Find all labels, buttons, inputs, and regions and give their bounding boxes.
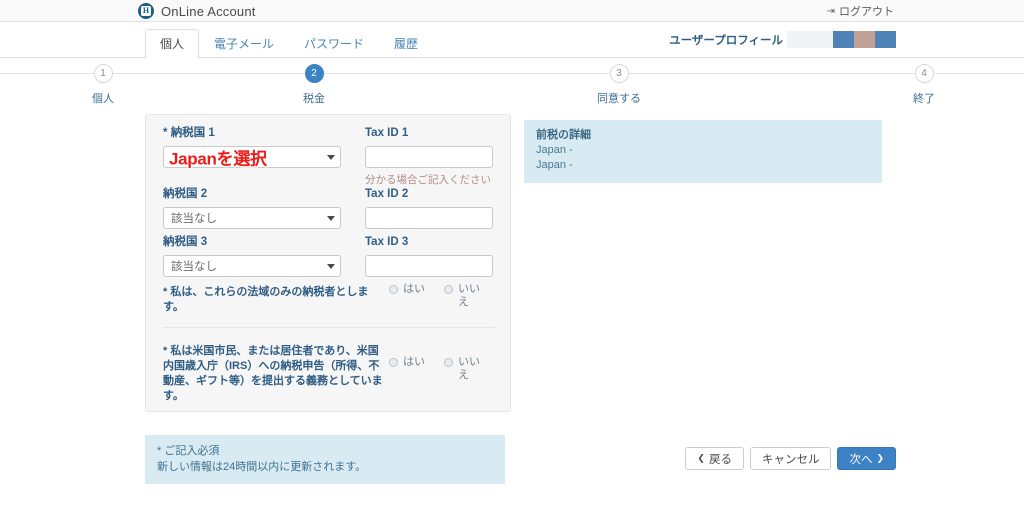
question-2-no-label: いいえ — [458, 356, 480, 381]
radio-icon[interactable] — [444, 358, 453, 367]
app-logo-initial: H — [141, 6, 151, 16]
cancel-button[interactable]: キャンセル — [749, 447, 832, 470]
tax-id-1-input[interactable] — [365, 146, 493, 168]
country-3-label: 納税国 3 — [163, 236, 208, 248]
tab-history[interactable]: 履歴 — [379, 29, 433, 58]
tax-id-1-label: Tax ID 1 — [365, 127, 409, 139]
previous-tax-detail-item: Japan - — [536, 144, 573, 156]
chevron-left-icon: ❮ — [697, 453, 705, 463]
country-1-label-text: 納税国 1 — [170, 127, 215, 139]
question-2-yes[interactable]: はい — [389, 356, 425, 369]
tab-list: 個人 電子メール パスワード 履歴 — [145, 22, 433, 59]
country-3-select-value[interactable]: 該当なし — [163, 255, 341, 277]
logout-arrow-icon: ⇥ — [826, 5, 835, 17]
back-button[interactable]: ❮ 戻る — [685, 447, 744, 470]
step-3-consent[interactable]: 3 同意する — [559, 58, 679, 106]
logout-label: ログアウト — [839, 6, 894, 18]
radio-icon[interactable] — [444, 285, 453, 294]
field-country-1: * 納税国 1 Japanを選択 — [163, 126, 341, 169]
user-profile-label: ユーザープロフィール — [669, 34, 783, 47]
previous-tax-detail-item: Japan - — [536, 159, 573, 171]
country-2-select-value[interactable]: 該当なし — [163, 207, 341, 229]
next-button[interactable]: 次へ ❯ — [837, 447, 896, 470]
country-2-label: 納税国 2 — [163, 188, 208, 200]
tax-id-1-hint: 分かる場合ご記入ください — [365, 174, 491, 186]
previous-tax-details-title: 前税の詳細 — [536, 129, 591, 141]
tab-email[interactable]: 電子メール — [199, 29, 289, 58]
next-button-label: 次へ — [849, 453, 873, 466]
field-tax-id-3: Tax ID 3 — [365, 235, 493, 277]
back-button-label: 戻る — [708, 453, 732, 466]
form-actions: ❮ 戻る キャンセル 次へ ❯ — [685, 447, 896, 470]
tab-personal[interactable]: 個人 — [145, 29, 200, 59]
chevron-right-icon: ❯ — [876, 453, 884, 463]
country-1-label: * 納税国 1 — [163, 126, 341, 140]
field-tax-id-1: Tax ID 1 分かる場合ご記入ください — [365, 126, 493, 187]
required-note-line-2: 新しい情報は24時間以内に更新されます。 — [157, 461, 367, 473]
step-2-number: 2 — [304, 64, 324, 83]
avatar — [833, 31, 896, 48]
step-1-number: 1 — [93, 64, 113, 83]
step-4-label: 終了 — [913, 93, 935, 105]
question-1-yes-label: はい — [403, 283, 425, 295]
tax-id-3-input[interactable] — [365, 255, 493, 277]
country-3-select[interactable]: 該当なし — [163, 255, 341, 277]
tax-id-2-input[interactable] — [365, 207, 493, 229]
question-2-no[interactable]: いいえ — [444, 356, 480, 382]
required-note-box: * ご記入必須 新しい情報は24時間以内に更新されます。 — [145, 435, 505, 484]
step-3-number: 3 — [609, 64, 629, 83]
tax-id-3-label: Tax ID 3 — [365, 236, 409, 248]
question-1-no-label: いいえ — [458, 283, 480, 308]
step-2-tax[interactable]: 2 税金 — [254, 58, 374, 106]
tax-form-panel: * 納税国 1 Japanを選択 Tax ID 1 分かる場合ご記入ください 納… — [145, 114, 511, 412]
question-1-no[interactable]: いいえ — [444, 283, 480, 309]
question-1-yes[interactable]: はい — [389, 283, 425, 296]
tax-id-2-label: Tax ID 2 — [365, 188, 409, 200]
field-country-3: 納税国 3 該当なし — [163, 235, 341, 277]
country-1-select-value[interactable] — [163, 146, 341, 168]
field-country-2: 納税国 2 該当なし — [163, 187, 341, 229]
brand: H OnLine Account — [138, 0, 256, 22]
step-1-personal[interactable]: 1 個人 — [43, 58, 163, 106]
field-tax-id-2: Tax ID 2 — [365, 187, 493, 229]
user-profile-redaction — [787, 31, 833, 48]
tab-bar: 個人 電子メール パスワード 履歴 ユーザープロフィール — [0, 22, 1024, 59]
app-logo-icon: H — [138, 3, 154, 19]
app-title: OnLine Account — [161, 3, 256, 19]
question-divider — [163, 327, 495, 328]
question-2-yes-label: はい — [403, 356, 425, 368]
question-1-text: * 私は、これらの法域のみの納税者とします。 — [163, 286, 369, 313]
radio-icon[interactable] — [389, 358, 398, 367]
progress-stepper: 1 個人 2 税金 3 同意する 4 終了 — [0, 58, 1024, 106]
logout-button[interactable]: ⇥ ログアウト — [827, 0, 894, 22]
step-4-finish[interactable]: 4 終了 — [864, 58, 984, 106]
question-2-text: * 私は米国市民、または居住者であり、米国内国歳入庁（IRS）への納税申告（所得… — [163, 345, 383, 402]
user-profile[interactable]: ユーザープロフィール — [669, 31, 896, 48]
radio-icon[interactable] — [389, 285, 398, 294]
tab-password[interactable]: パスワード — [289, 29, 379, 58]
cancel-button-label: キャンセル — [761, 453, 820, 466]
required-note-line-1: * ご記入必須 — [157, 445, 220, 457]
country-1-required-mark: * — [163, 127, 168, 139]
country-2-select[interactable]: 該当なし — [163, 207, 341, 229]
step-4-number: 4 — [914, 64, 934, 83]
previous-tax-details-box: 前税の詳細 Japan - Japan - — [524, 120, 882, 183]
step-1-label: 個人 — [92, 93, 114, 105]
step-2-label: 税金 — [303, 93, 325, 105]
country-1-select[interactable]: Japanを選択 — [163, 146, 341, 169]
top-bar: H OnLine Account ⇥ ログアウト — [0, 0, 1024, 22]
step-3-label: 同意する — [597, 93, 641, 105]
